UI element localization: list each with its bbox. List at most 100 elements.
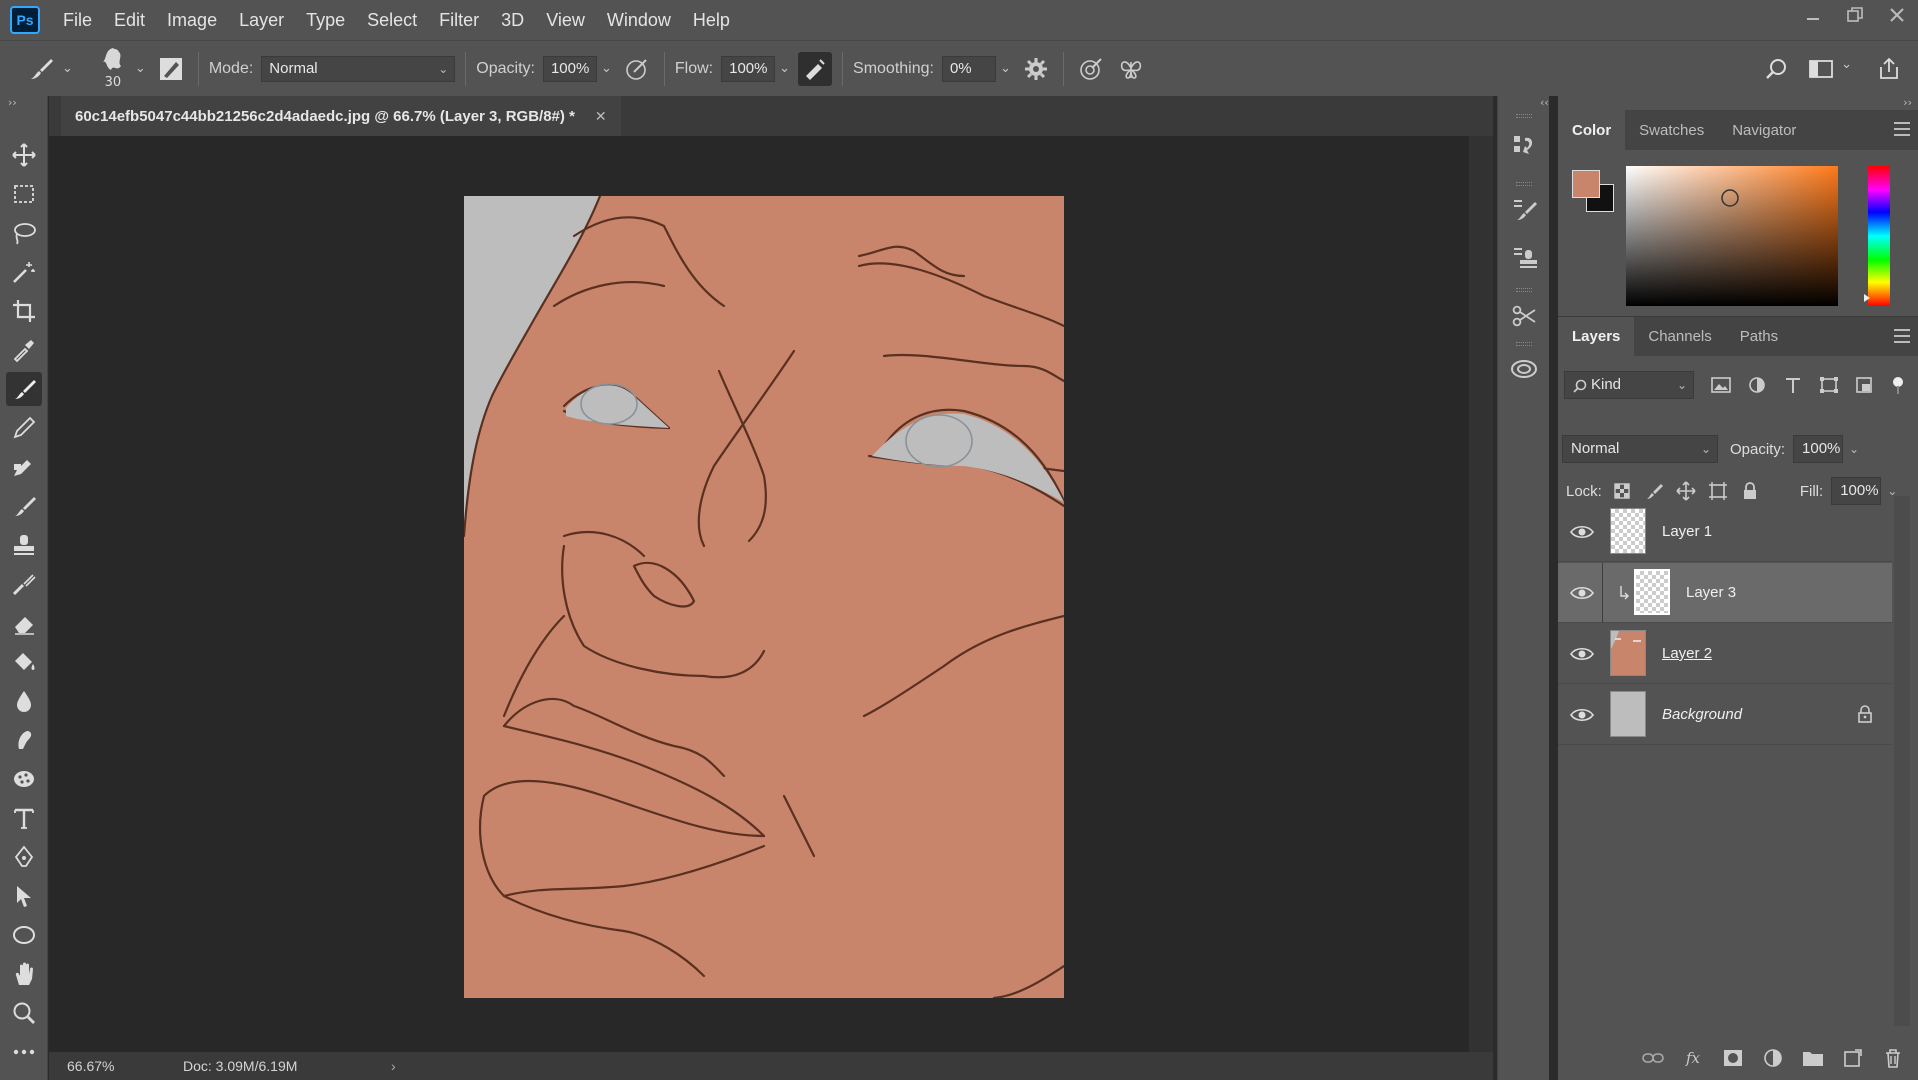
layer-row[interactable]: Background (1558, 685, 1892, 745)
trash-icon[interactable] (1880, 1045, 1906, 1071)
share-icon[interactable] (1872, 52, 1906, 86)
pencil-tool-icon[interactable] (6, 411, 42, 445)
brush-tool-preset-icon[interactable] (24, 52, 58, 86)
flow-input[interactable]: 100% (721, 55, 776, 82)
menu-help[interactable]: Help (682, 0, 741, 40)
pen-tool-icon[interactable] (6, 840, 42, 874)
restore-icon[interactable] (1834, 0, 1876, 30)
group-folder-icon[interactable] (1800, 1045, 1826, 1071)
layer-row-selected[interactable]: Layer 3 (1558, 563, 1892, 623)
layers-scrollbar[interactable] (1894, 496, 1910, 1026)
menu-select[interactable]: Select (356, 0, 428, 40)
libraries-panel-icon[interactable] (1507, 352, 1541, 386)
link-icon[interactable] (1640, 1045, 1666, 1071)
marquee-tool-icon[interactable] (6, 177, 42, 211)
menu-edit[interactable]: Edit (103, 0, 156, 40)
brush-settings-icon[interactable] (154, 52, 188, 86)
more-tools-icon[interactable] (6, 1035, 42, 1069)
menu-window[interactable]: Window (596, 0, 682, 40)
type-tool-icon[interactable] (6, 801, 42, 835)
menu-file[interactable]: File (52, 0, 103, 40)
clone-stamp-tool-icon[interactable] (6, 450, 42, 484)
chevron-down-icon[interactable]: ⌄ (1841, 57, 1852, 72)
sponge-tool-icon[interactable] (6, 762, 42, 796)
pressure-opacity-icon[interactable] (620, 52, 654, 86)
chevron-down-icon[interactable]: ⌄ (135, 61, 146, 76)
fx-icon[interactable]: fx (1680, 1045, 1706, 1071)
hand-tool-icon[interactable] (6, 957, 42, 991)
document-tab[interactable]: 60c14efb5047c44bb21256c2d4adaedc.jpg @ 6… (61, 96, 621, 136)
smart-object-filter-icon[interactable] (1854, 375, 1876, 395)
chevron-down-icon[interactable]: ⌄ (1000, 61, 1011, 76)
layer-row[interactable]: Layer 1 (1558, 502, 1892, 562)
smudge-tool-icon[interactable] (6, 723, 42, 757)
gear-icon[interactable] (1019, 52, 1053, 86)
menu-3d[interactable]: 3D (490, 0, 535, 40)
ellipse-tool-icon[interactable] (6, 918, 42, 952)
workspace-icon[interactable] (1804, 52, 1838, 86)
collapse-panel-icon[interactable]: ‹‹ (1540, 96, 1549, 109)
smoothing-input[interactable]: 0% (941, 55, 996, 82)
panel-menu-icon[interactable] (1894, 122, 1910, 136)
canvas-area[interactable] (49, 136, 1469, 1052)
fill-input[interactable]: 100% (1831, 477, 1882, 505)
eye-icon[interactable] (1570, 706, 1594, 724)
history-brush-tool-icon[interactable] (6, 489, 42, 523)
type-filter-icon[interactable] (1782, 375, 1804, 395)
expand-panel-icon[interactable]: ›› (1903, 96, 1912, 109)
menu-type[interactable]: Type (295, 0, 356, 40)
panel-grip[interactable] (1516, 342, 1532, 346)
airbrush-icon[interactable] (798, 51, 833, 86)
chevron-down-icon[interactable]: ⌄ (62, 61, 73, 76)
tab-channels[interactable]: Channels (1634, 317, 1725, 356)
zoom-tool-icon[interactable] (6, 996, 42, 1030)
lock-artboard-icon[interactable] (1708, 481, 1728, 501)
art-history-brush-tool-icon[interactable] (6, 567, 42, 601)
close-icon[interactable] (1876, 0, 1918, 30)
lock-image-pixels-icon[interactable] (1644, 481, 1664, 501)
stamp-tool-icon[interactable] (6, 528, 42, 562)
symmetry-butterfly-icon[interactable] (1114, 52, 1148, 86)
expand-panel-icon[interactable]: ›› (8, 96, 17, 109)
clone-source-panel-icon[interactable] (1507, 240, 1541, 274)
move-tool-icon[interactable] (6, 138, 42, 172)
brush-preset-picker[interactable]: 30 (95, 44, 131, 94)
panel-grip[interactable] (1516, 288, 1532, 292)
magic-wand-tool-icon[interactable] (6, 255, 42, 289)
adjustment-icon[interactable] (1760, 1045, 1786, 1071)
lock-position-icon[interactable] (1676, 481, 1696, 501)
brush-tool-icon[interactable] (6, 372, 42, 406)
artwork-canvas[interactable] (464, 196, 1064, 998)
crop-tool-icon[interactable] (6, 294, 42, 328)
opacity-input[interactable]: 100% (542, 55, 597, 82)
filter-toggle-icon[interactable] (1890, 375, 1906, 395)
tab-swatches[interactable]: Swatches (1625, 110, 1718, 150)
eyedropper-tool-icon[interactable] (6, 333, 42, 367)
blend-mode-select[interactable]: Normal ⌄ (1562, 435, 1718, 463)
tab-layers[interactable]: Layers (1558, 317, 1635, 356)
shape-filter-icon[interactable] (1818, 375, 1840, 395)
new-layer-icon[interactable] (1840, 1045, 1866, 1071)
panel-grip[interactable] (1516, 182, 1532, 186)
chevron-down-icon[interactable]: ⌄ (1849, 442, 1859, 456)
lock-icon[interactable] (1856, 705, 1874, 725)
chevron-down-icon[interactable]: ⌄ (601, 61, 612, 76)
eye-icon[interactable] (1570, 584, 1594, 602)
chevron-down-icon[interactable]: ⌄ (779, 61, 790, 76)
lasso-tool-icon[interactable] (6, 216, 42, 250)
hue-slider[interactable] (1864, 166, 1890, 306)
search-icon[interactable] (1760, 52, 1794, 86)
eye-icon[interactable] (1570, 645, 1594, 663)
document-size-info[interactable]: Doc: 3.09M/6.19M (183, 1058, 297, 1074)
adjustment-filter-icon[interactable] (1746, 375, 1768, 395)
layer-row[interactable]: Layer 2 (1558, 624, 1892, 684)
tab-color[interactable]: Color (1558, 110, 1626, 150)
vertical-scrollbar[interactable] (1469, 136, 1493, 1052)
chevron-right-icon[interactable]: › (391, 1058, 396, 1074)
tab-paths[interactable]: Paths (1726, 317, 1792, 356)
pressure-size-icon[interactable] (1074, 52, 1108, 86)
tab-navigator[interactable]: Navigator (1718, 110, 1810, 150)
menu-view[interactable]: View (535, 0, 596, 40)
minimize-icon[interactable] (1792, 0, 1834, 30)
path-selection-tool-icon[interactable] (6, 879, 42, 913)
